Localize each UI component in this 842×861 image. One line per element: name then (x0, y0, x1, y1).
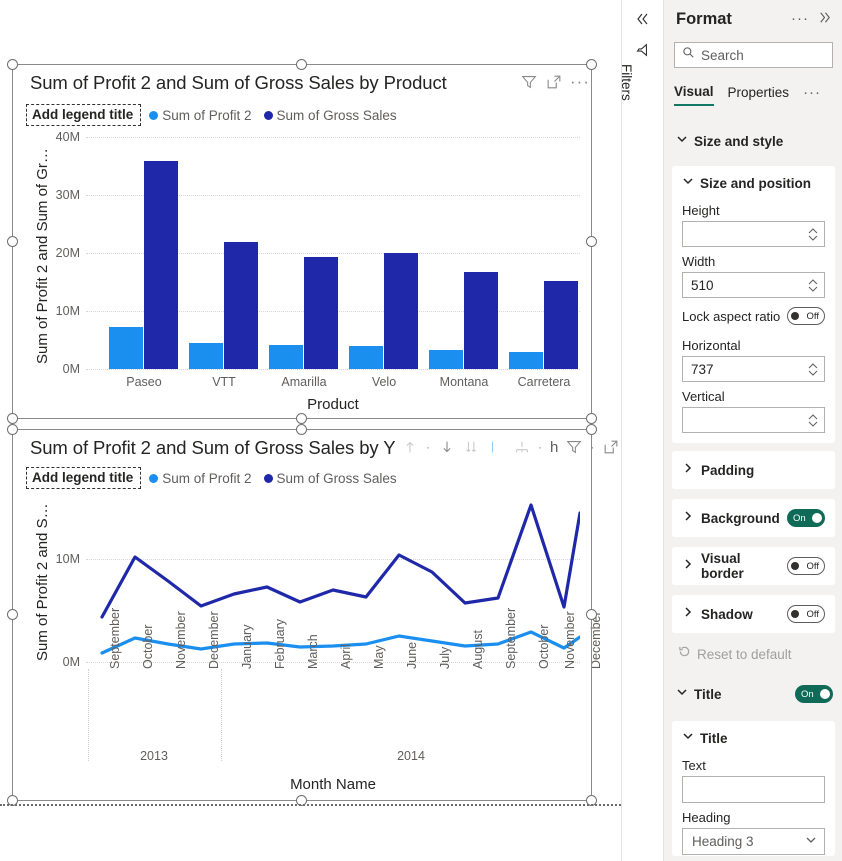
stepper-arrows-icon[interactable] (808, 278, 818, 292)
chevron-down-icon (805, 833, 817, 851)
card-background[interactable]: Background On (672, 499, 835, 537)
resize-handle-top-left[interactable] (7, 59, 18, 70)
vertical-label: Vertical (682, 389, 725, 404)
resize-handle-top-left[interactable] (7, 424, 18, 435)
horizontal-label: Horizontal (682, 338, 741, 353)
horizontal-stepper[interactable]: 737 (682, 356, 825, 382)
reset-label: Reset to default (697, 646, 792, 662)
reset-icon (678, 645, 691, 663)
search-icon (682, 46, 695, 64)
card-label: Size and position (700, 175, 812, 191)
resize-handle-top-center[interactable] (296, 424, 307, 435)
card-label: Shadow (701, 606, 753, 622)
filters-pane-label[interactable]: Filters (619, 64, 634, 101)
heading-value: Heading 3 (692, 834, 754, 849)
chevron-down-icon (676, 685, 688, 703)
card-padding[interactable]: Padding (672, 451, 835, 489)
resize-handle-middle-left[interactable] (7, 235, 18, 247)
canvas-boundary (0, 804, 621, 806)
height-stepper[interactable] (682, 221, 825, 247)
resize-handle-top-right[interactable] (586, 424, 597, 435)
resize-handle-top-center[interactable] (296, 59, 307, 70)
tab-visual[interactable]: Visual (674, 84, 714, 106)
card-size-and-position: Size and position Height Width 510 Lock … (672, 166, 835, 443)
search-placeholder: Search (701, 47, 744, 63)
format-pane: Format ··· Search Visual Properties ··· (663, 0, 842, 861)
card-label: Title (700, 730, 728, 746)
resize-handle-top-right[interactable] (586, 59, 597, 70)
chevron-down-icon (682, 729, 694, 747)
horizontal-value: 737 (691, 361, 714, 377)
title-text-input[interactable] (682, 776, 825, 803)
card-title: Title Text Heading Heading 3 (672, 721, 835, 856)
shadow-toggle[interactable]: Off (787, 605, 825, 623)
width-stepper[interactable]: 510 (682, 272, 825, 298)
focus-mode-icon[interactable] (602, 438, 620, 456)
chevron-right-icon (682, 557, 694, 575)
filter-icon[interactable] (634, 42, 650, 63)
lock-aspect-ratio-toggle[interactable]: Off (787, 307, 825, 325)
section-size-and-style[interactable]: Size and style (664, 126, 842, 156)
resize-handle-bottom-left[interactable] (7, 413, 18, 424)
resize-handle-middle-left[interactable] (7, 609, 18, 620)
tab-properties[interactable]: Properties (728, 85, 790, 105)
width-label: Width (682, 254, 716, 269)
section-label: Size and style (694, 133, 784, 149)
reset-to-default-button[interactable]: Reset to default (678, 645, 792, 663)
resize-handle-bottom-center[interactable] (296, 413, 307, 424)
chevron-down-icon (676, 132, 688, 150)
background-toggle[interactable]: On (787, 509, 825, 527)
heading-label: Heading (682, 810, 731, 825)
more-options-icon[interactable]: ··· (791, 10, 809, 27)
resize-handle-middle-right[interactable] (586, 235, 597, 247)
resize-handle-bottom-right[interactable] (586, 413, 597, 424)
height-label: Height (682, 203, 720, 218)
bar-chart-selection-frame[interactable] (7, 59, 597, 424)
search-input[interactable]: Search (674, 42, 833, 68)
card-size-and-position-header[interactable]: Size and position (672, 166, 835, 196)
card-label: Padding (701, 462, 755, 478)
heading-select[interactable]: Heading 3 (682, 828, 825, 855)
report-canvas[interactable]: Sum of Profit 2 and Sum of Gross Sales b… (0, 0, 658, 861)
stepper-arrows-icon[interactable] (808, 227, 818, 241)
lock-aspect-ratio-label: Lock aspect ratio (682, 308, 781, 324)
chevron-down-icon (682, 174, 694, 192)
tabs-more-options-icon[interactable]: ··· (803, 84, 821, 106)
stepper-arrows-icon[interactable] (808, 413, 818, 427)
format-pane-tabs: Visual Properties ··· (674, 84, 821, 106)
double-chevron-left-icon[interactable] (633, 10, 651, 33)
title-section-toggle[interactable]: On (795, 685, 833, 703)
chevron-right-icon (682, 509, 694, 527)
chevron-right-icon (682, 461, 694, 479)
section-label: Title (694, 686, 722, 702)
card-visual-border[interactable]: Visual border Off (672, 547, 835, 585)
card-shadow[interactable]: Shadow Off (672, 595, 835, 633)
section-title[interactable]: Title On (664, 679, 842, 709)
lock-aspect-ratio-row: Lock aspect ratio Off (672, 298, 835, 331)
vertical-stepper[interactable] (682, 407, 825, 433)
pane-rail: Filters (619, 0, 663, 861)
card-label: Background (701, 510, 780, 526)
title-text-label: Text (682, 758, 706, 773)
card-label: Visual border (701, 551, 744, 581)
card-title-header[interactable]: Title (672, 721, 835, 751)
stepper-arrows-icon[interactable] (808, 362, 818, 376)
format-pane-header: Format ··· (664, 0, 842, 38)
width-value: 510 (691, 277, 714, 293)
format-pane-title: Format (676, 10, 732, 28)
visual-border-toggle[interactable]: Off (787, 557, 825, 575)
chevron-right-icon (682, 605, 694, 623)
line-chart-selection-frame[interactable] (7, 424, 597, 806)
resize-handle-middle-right[interactable] (586, 609, 597, 620)
double-chevron-right-icon[interactable] (816, 9, 833, 31)
